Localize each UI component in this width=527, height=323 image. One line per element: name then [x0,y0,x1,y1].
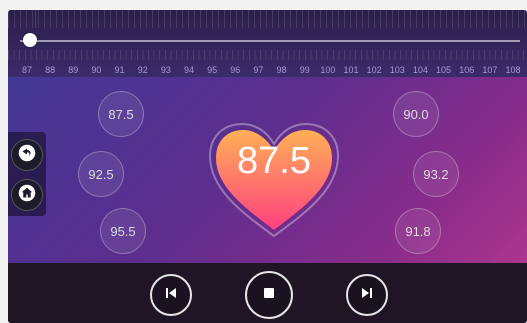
scale-label: 88 [45,65,56,75]
scale-label: 102 [366,65,382,75]
stop-button[interactable] [245,271,293,319]
scale-label: 106 [459,65,475,75]
preset-button-left-3[interactable]: 95.5 [100,208,146,254]
previous-button[interactable] [150,274,192,316]
scale-label: 100 [320,65,336,75]
fine-tick-ruler [8,10,527,28]
scale-label: 99 [299,65,310,75]
scale-label: 94 [183,65,195,75]
scale-label: 97 [253,65,264,75]
tick-ruler [8,50,527,60]
scale-label: 101 [343,65,359,75]
side-toolbar [8,132,46,216]
scale-label: 92 [137,65,148,75]
radio-screen: 87 88 89 90 91 92 93 94 95 96 97 98 99 100 101 102 103 10… [8,10,527,323]
scale-label: 105 [436,65,452,75]
scale-label: 89 [68,65,79,75]
stop-icon [261,285,277,306]
scale-label: 91 [114,65,125,75]
scale-label: 107 [482,65,498,75]
tuning-slider-track[interactable] [20,40,520,42]
home-button[interactable] [11,179,43,211]
scale-label: 96 [230,65,241,75]
tuning-indicator [35,10,36,28]
scale-label: 108 [505,65,521,75]
skip-next-icon [359,285,375,306]
preset-button-right-1[interactable]: 90.0 [393,91,439,137]
scale-label: 98 [276,65,287,75]
preset-button-left-2[interactable]: 92.5 [78,151,124,197]
preset-button-right-2[interactable]: 93.2 [413,151,459,197]
next-button[interactable] [346,274,388,316]
tuning-slider-knob[interactable] [23,33,37,47]
scale-label: 87 [21,65,33,75]
playback-controls [8,263,527,323]
tuner-bar[interactable]: 87 88 89 90 91 92 93 94 95 96 97 98 99 100 101 102 103 10… [8,10,527,77]
frequency-scale: 87 88 89 90 91 92 93 94 95 96 97 98 99 100 101 102 103 10… [8,65,527,77]
preset-button-left-1[interactable]: 87.5 [98,91,144,137]
back-button[interactable] [11,139,43,171]
scale-label: 95 [207,65,218,75]
scale-label: 103 [389,65,405,75]
scale-label: 104 [412,65,428,75]
home-icon [18,184,36,207]
back-arrow-icon [18,144,36,167]
preset-button-right-3[interactable]: 91.8 [395,208,441,254]
scale-label: 93 [160,65,171,75]
skip-previous-icon [163,285,179,306]
scale-label: 90 [91,65,102,75]
current-frequency: 87.5 [237,140,311,182]
